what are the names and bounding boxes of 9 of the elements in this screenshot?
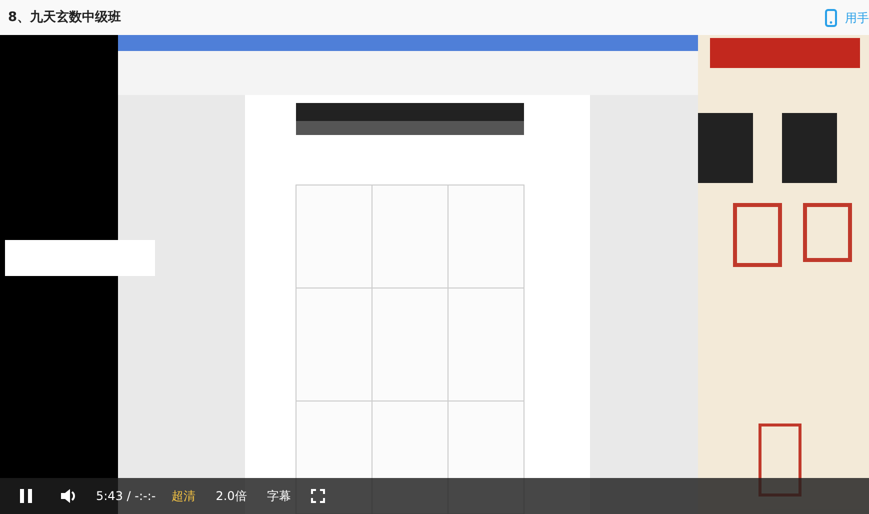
phone-icon (825, 8, 837, 26)
course-title: 8、九天玄数中级班 (8, 8, 122, 27)
playback-time: 5:43 / -:-:- (96, 488, 156, 505)
player-option-button[interactable]: 字幕 (266, 487, 291, 505)
pause-button[interactable] (18, 488, 34, 504)
fullscreen-button[interactable] (310, 488, 327, 504)
player-option-button[interactable]: 超清 (172, 487, 196, 505)
volume-button[interactable] (60, 488, 78, 504)
player-option-button[interactable]: 2.0倍 (216, 487, 247, 505)
